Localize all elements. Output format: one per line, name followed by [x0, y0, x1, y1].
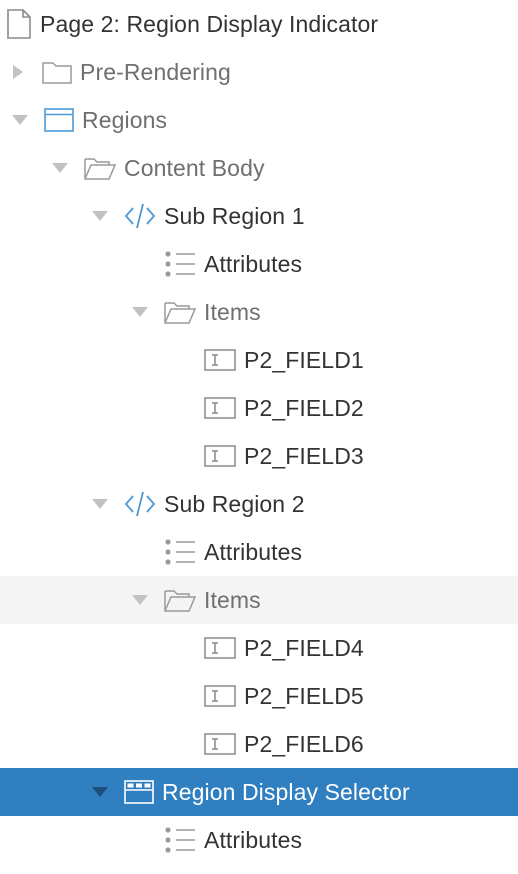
list-icon: [164, 826, 196, 854]
text-field-icon: [204, 445, 236, 467]
caret-down-icon[interactable]: [50, 144, 70, 192]
caret-down-icon[interactable]: [90, 192, 110, 240]
text-field-icon: [204, 685, 236, 707]
region-icon: [44, 108, 74, 132]
tree-node-content-body[interactable]: Content Body: [0, 144, 518, 192]
text-field-icon: [204, 637, 236, 659]
tree-node-label: P2_FIELD5: [244, 682, 364, 709]
caret-down-icon[interactable]: [90, 480, 110, 528]
tree-node-label: P2_FIELD4: [244, 634, 364, 661]
tree-node-page[interactable]: Page 2: Region Display Indicator: [0, 0, 518, 48]
tree-node-label: Region Display Selector: [162, 778, 410, 805]
tree-node-field[interactable]: P2_FIELD2: [0, 384, 518, 432]
tree-node-items[interactable]: Items: [0, 288, 518, 336]
tree-node-pre-rendering[interactable]: Pre-Rendering: [0, 48, 518, 96]
list-icon: [164, 538, 196, 566]
tree-node-label: P2_FIELD1: [244, 346, 364, 373]
caret-down-icon[interactable]: [10, 96, 30, 144]
tree-node-region-display-selector[interactable]: Region Display Selector: [0, 768, 518, 816]
caret-right-icon[interactable]: [8, 48, 28, 96]
text-field-icon: [204, 349, 236, 371]
caret-down-icon[interactable]: [90, 768, 110, 816]
code-icon: [124, 490, 156, 518]
region-display-selector-icon: [124, 780, 154, 804]
tree-node-label: Items: [204, 586, 261, 613]
code-icon: [124, 202, 156, 230]
tree-node-regions[interactable]: Regions: [0, 96, 518, 144]
tree-node-field[interactable]: P2_FIELD6: [0, 720, 518, 768]
folder-open-icon: [84, 156, 116, 180]
tree-node-label: Page 2: Region Display Indicator: [40, 10, 379, 37]
folder-icon: [42, 60, 72, 84]
tree-node-label: Sub Region 2: [164, 490, 305, 517]
caret-down-icon[interactable]: [130, 576, 150, 624]
tree-node-field[interactable]: P2_FIELD4: [0, 624, 518, 672]
folder-open-icon: [164, 588, 196, 612]
page-icon: [6, 9, 32, 39]
tree-node-label: P2_FIELD2: [244, 394, 364, 421]
tree-node-sub-region-2[interactable]: Sub Region 2: [0, 480, 518, 528]
caret-down-icon[interactable]: [130, 288, 150, 336]
tree-node-field[interactable]: P2_FIELD3: [0, 432, 518, 480]
tree-node-attributes[interactable]: Attributes: [0, 528, 518, 576]
page-tree: Page 2: Region Display Indicator Pre-Ren…: [0, 0, 518, 864]
tree-node-label: Content Body: [124, 154, 265, 181]
text-field-icon: [204, 733, 236, 755]
tree-node-attributes[interactable]: Attributes: [0, 816, 518, 864]
list-icon: [164, 250, 196, 278]
tree-node-sub-region-1[interactable]: Sub Region 1: [0, 192, 518, 240]
tree-node-label: Attributes: [204, 250, 303, 277]
tree-node-items[interactable]: Items: [0, 576, 518, 624]
tree-node-label: Items: [204, 298, 261, 325]
folder-open-icon: [164, 300, 196, 324]
text-field-icon: [204, 397, 236, 419]
tree-node-label: Attributes: [204, 538, 303, 565]
tree-node-field[interactable]: P2_FIELD1: [0, 336, 518, 384]
tree-node-label: Sub Region 1: [164, 202, 305, 229]
tree-node-label: Regions: [82, 106, 168, 133]
tree-node-attributes[interactable]: Attributes: [0, 240, 518, 288]
tree-node-label: Attributes: [204, 826, 303, 853]
tree-node-label: Pre-Rendering: [80, 58, 231, 85]
tree-node-label: P2_FIELD6: [244, 730, 364, 757]
tree-node-label: P2_FIELD3: [244, 442, 364, 469]
tree-node-field[interactable]: P2_FIELD5: [0, 672, 518, 720]
